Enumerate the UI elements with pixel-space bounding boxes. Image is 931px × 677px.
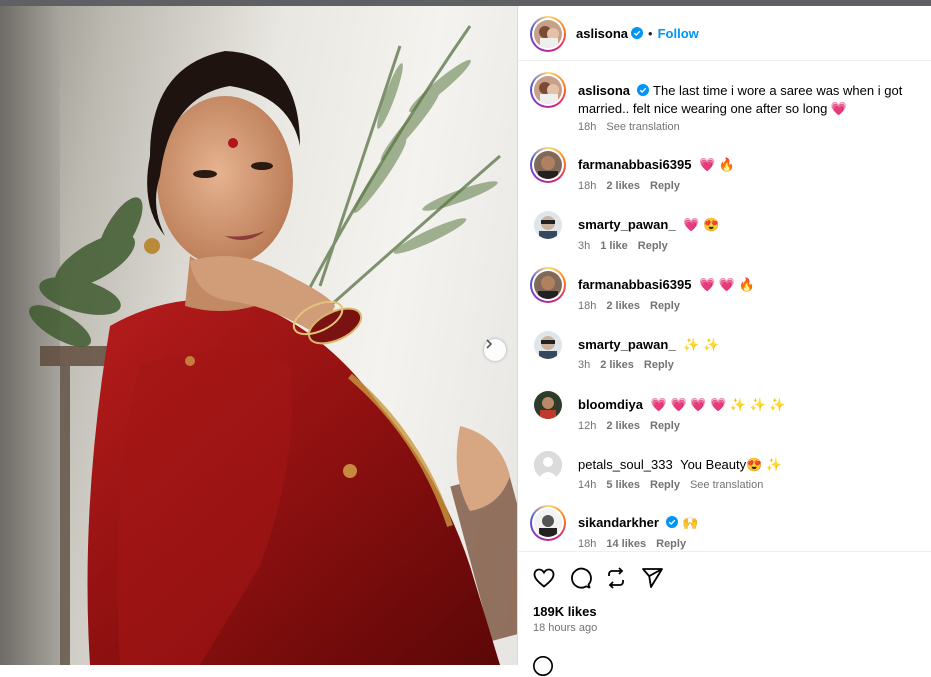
- comment-likes[interactable]: 1 like: [600, 240, 628, 252]
- comment-item: bloomdiya 💗 💗 💗 💗 ✨ ✨ ✨ 12h 2 likes Reply: [518, 387, 931, 433]
- caption-meta: 18h See translation: [578, 121, 690, 133]
- default-avatar-icon[interactable]: [534, 451, 562, 479]
- next-image-button[interactable]: [484, 339, 506, 361]
- reply-button[interactable]: Reply: [650, 479, 680, 491]
- post-photo: [0, 6, 517, 665]
- comment-username[interactable]: sikandarkher: [578, 515, 659, 530]
- header-row: aslisona • Follow: [576, 25, 699, 43]
- comment-item: sikandarkher 🙌 18h 14 likes Reply: [518, 505, 931, 551]
- comment-username[interactable]: smarty_pawan_: [578, 337, 676, 352]
- comment-time: 14h: [578, 479, 597, 491]
- author-username[interactable]: aslisona: [576, 26, 628, 41]
- reply-button[interactable]: Reply: [638, 240, 668, 252]
- post-footer: 189K likes 18 hours ago: [518, 551, 931, 676]
- author-avatar[interactable]: [530, 16, 566, 52]
- comment-time: 18h: [578, 538, 597, 550]
- comment-time: 18h: [578, 300, 597, 312]
- comments-list[interactable]: aslisona The last time i wore a saree was…: [518, 62, 931, 552]
- follow-button[interactable]: Follow: [658, 26, 699, 41]
- share-send-icon[interactable]: [640, 566, 664, 590]
- comment-likes[interactable]: 5 likes: [606, 479, 640, 491]
- commenter-avatar[interactable]: [534, 211, 562, 239]
- post-image[interactable]: [0, 6, 517, 665]
- verified-badge-icon: [637, 84, 650, 96]
- comment-text: 🙌: [681, 515, 699, 530]
- reply-button[interactable]: Reply: [650, 180, 680, 192]
- comment-likes[interactable]: 2 likes: [606, 420, 640, 432]
- comment-username[interactable]: bloomdiya: [578, 397, 643, 412]
- comment-text: 💗 💗 🔥: [699, 277, 755, 292]
- reply-button[interactable]: Reply: [650, 420, 680, 432]
- emoji-icon[interactable]: [532, 655, 554, 677]
- comment-likes[interactable]: 2 likes: [606, 180, 640, 192]
- see-translation-link[interactable]: See translation: [606, 121, 679, 133]
- comment-username[interactable]: farmanabbasi6395: [578, 157, 691, 172]
- commenter-avatar[interactable]: [530, 147, 566, 183]
- comment-item: smarty_pawan_ ✨ ✨ 3h 2 likes Reply: [518, 327, 931, 373]
- comment-text: 💗 😍: [683, 217, 720, 232]
- caption-username[interactable]: aslisona: [578, 83, 630, 98]
- comment-time: 12h: [578, 420, 597, 432]
- reply-button[interactable]: Reply: [644, 359, 674, 371]
- comment-text: ✨ ✨: [683, 337, 720, 352]
- comment-text: You Beauty😍 ✨: [680, 457, 783, 472]
- verified-badge-icon: [665, 516, 678, 528]
- comment-username[interactable]: smarty_pawan_: [578, 217, 676, 232]
- reply-button[interactable]: Reply: [656, 538, 686, 550]
- comment-item: farmanabbasi6395 💗 💗 🔥 18h 2 likes Reply: [518, 267, 931, 313]
- comment-item: farmanabbasi6395 💗 🔥 18h 2 likes Reply: [518, 147, 931, 193]
- post-timestamp: 18 hours ago: [533, 622, 598, 634]
- post-header: aslisona • Follow: [518, 6, 931, 61]
- comment-username[interactable]: farmanabbasi6395: [578, 277, 691, 292]
- post-side-panel: aslisona • Follow aslisona The last time i …: [517, 6, 931, 676]
- like-heart-icon[interactable]: [532, 566, 556, 590]
- comment-item: smarty_pawan_ 💗 😍 3h 1 like Reply: [518, 207, 931, 253]
- comment-likes[interactable]: 14 likes: [606, 538, 646, 550]
- comment-likes[interactable]: 2 likes: [606, 300, 640, 312]
- separator-dot: •: [648, 26, 653, 41]
- comment-item: petals_soul_333 You Beauty😍 ✨ 14h 5 likes…: [518, 447, 931, 493]
- comment-bubble-icon[interactable]: [568, 566, 592, 590]
- chevron-right-icon: [486, 339, 493, 349]
- comment-time: 18h: [578, 180, 597, 192]
- reply-button[interactable]: Reply: [650, 300, 680, 312]
- comment-time: 3h: [578, 240, 591, 252]
- commenter-avatar[interactable]: [534, 331, 562, 359]
- caption: aslisona The last time i wore a saree was…: [518, 72, 931, 133]
- comment-text: 💗 🔥: [699, 157, 736, 172]
- comment-likes[interactable]: 2 likes: [600, 359, 634, 371]
- comment-time: 3h: [578, 359, 591, 371]
- commenter-avatar[interactable]: [534, 391, 562, 419]
- comment-username[interactable]: petals_soul_333: [578, 457, 673, 472]
- caption-time: 18h: [578, 121, 597, 133]
- verified-badge-icon: [631, 27, 644, 39]
- commenter-avatar[interactable]: [530, 267, 566, 303]
- likes-count[interactable]: 189K likes: [533, 604, 597, 619]
- caption-avatar[interactable]: [530, 72, 566, 108]
- see-translation-link[interactable]: See translation: [690, 479, 763, 491]
- commenter-avatar[interactable]: [530, 505, 566, 541]
- comment-text: 💗 💗 💗 💗 ✨ ✨ ✨: [650, 397, 786, 412]
- repost-icon[interactable]: [604, 566, 628, 590]
